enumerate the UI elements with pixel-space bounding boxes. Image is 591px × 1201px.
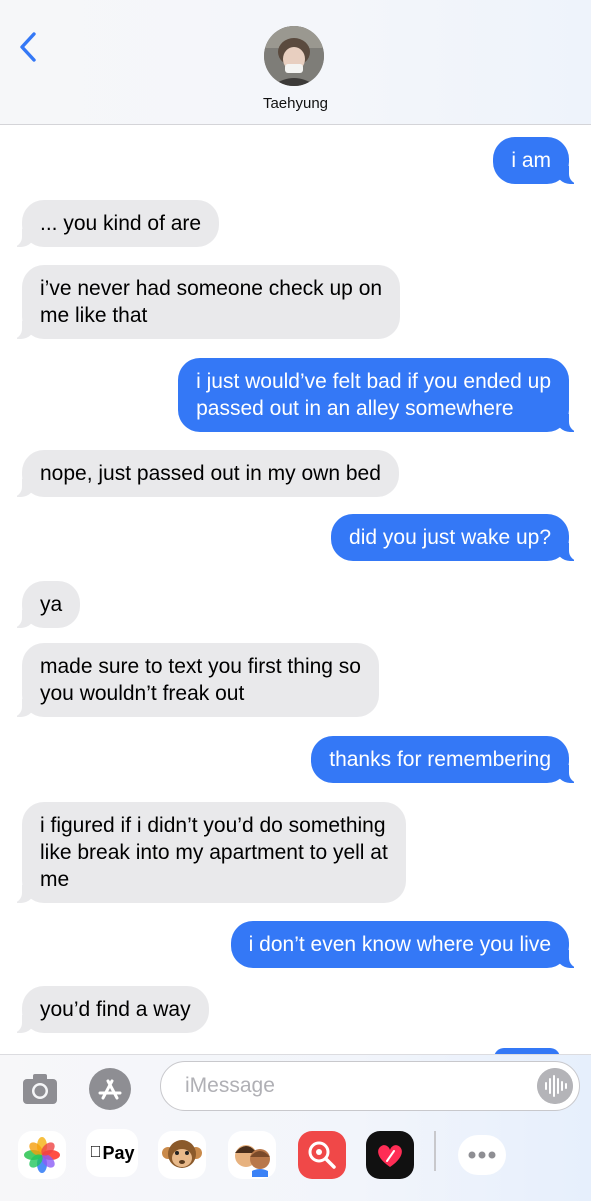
message-input-placeholder: iMessage [185, 1074, 275, 1097]
message-bubble-outgoing[interactable]: i just would’ve felt bad if you ended up… [178, 358, 581, 432]
message-thread[interactable]: i am ... you kind of are i’ve never had … [0, 124, 591, 1054]
contact-avatar[interactable] [264, 26, 324, 86]
chevron-left-icon[interactable] [14, 30, 44, 64]
message-bubble-incoming[interactable]: i’ve never had someone check up on me li… [9, 265, 401, 339]
memoji-icon[interactable] [226, 1129, 278, 1181]
message-bubble-outgoing[interactable]: did you just wake up? [331, 514, 581, 561]
message-bubble-outgoing[interactable]: i am [493, 137, 581, 184]
app-strip-divider [434, 1131, 436, 1171]
contact-name[interactable]: Taehyung [0, 95, 591, 112]
message-bubble-incoming[interactable]: ... you kind of are [9, 200, 220, 247]
message-bubble-incoming[interactable]: i figured if i didn’t you’d do something… [10, 802, 406, 903]
more-apps-icon[interactable] [456, 1129, 508, 1181]
photos-app-icon[interactable] [16, 1129, 68, 1181]
apple-pay-app-icon[interactable]:  Pay [86, 1129, 138, 1177]
compose-area: iMessage Pay [0, 1054, 591, 1201]
apple-logo-icon:  [89, 1144, 101, 1162]
animoji-monkey-icon[interactable] [156, 1129, 208, 1181]
image-search-app-icon[interactable] [296, 1129, 348, 1181]
conversation-header: Taehyung [0, 0, 591, 125]
message-bubble-incoming[interactable]: made sure to text you first thing so you… [10, 643, 379, 717]
message-input[interactable]: iMessage [160, 1061, 580, 1111]
waveform-icon[interactable] [537, 1068, 573, 1104]
digital-touch-icon[interactable] [364, 1129, 416, 1181]
message-bubble-incoming[interactable]: nope, just passed out in my own bed [10, 450, 399, 497]
message-bubble-outgoing[interactable]: thanks for remembering [311, 736, 581, 783]
imessage-app-strip:  Pay [0, 1129, 591, 1185]
message-bubble-incoming[interactable]: you’d find a way [10, 986, 209, 1033]
app-store-icon[interactable] [88, 1067, 132, 1111]
camera-icon[interactable] [20, 1069, 60, 1109]
message-bubble-incoming[interactable]: ya [9, 581, 81, 628]
message-bubble-outgoing[interactable]: i don’t even know where you live [230, 921, 582, 968]
apple-pay-label: Pay [96, 1142, 134, 1163]
